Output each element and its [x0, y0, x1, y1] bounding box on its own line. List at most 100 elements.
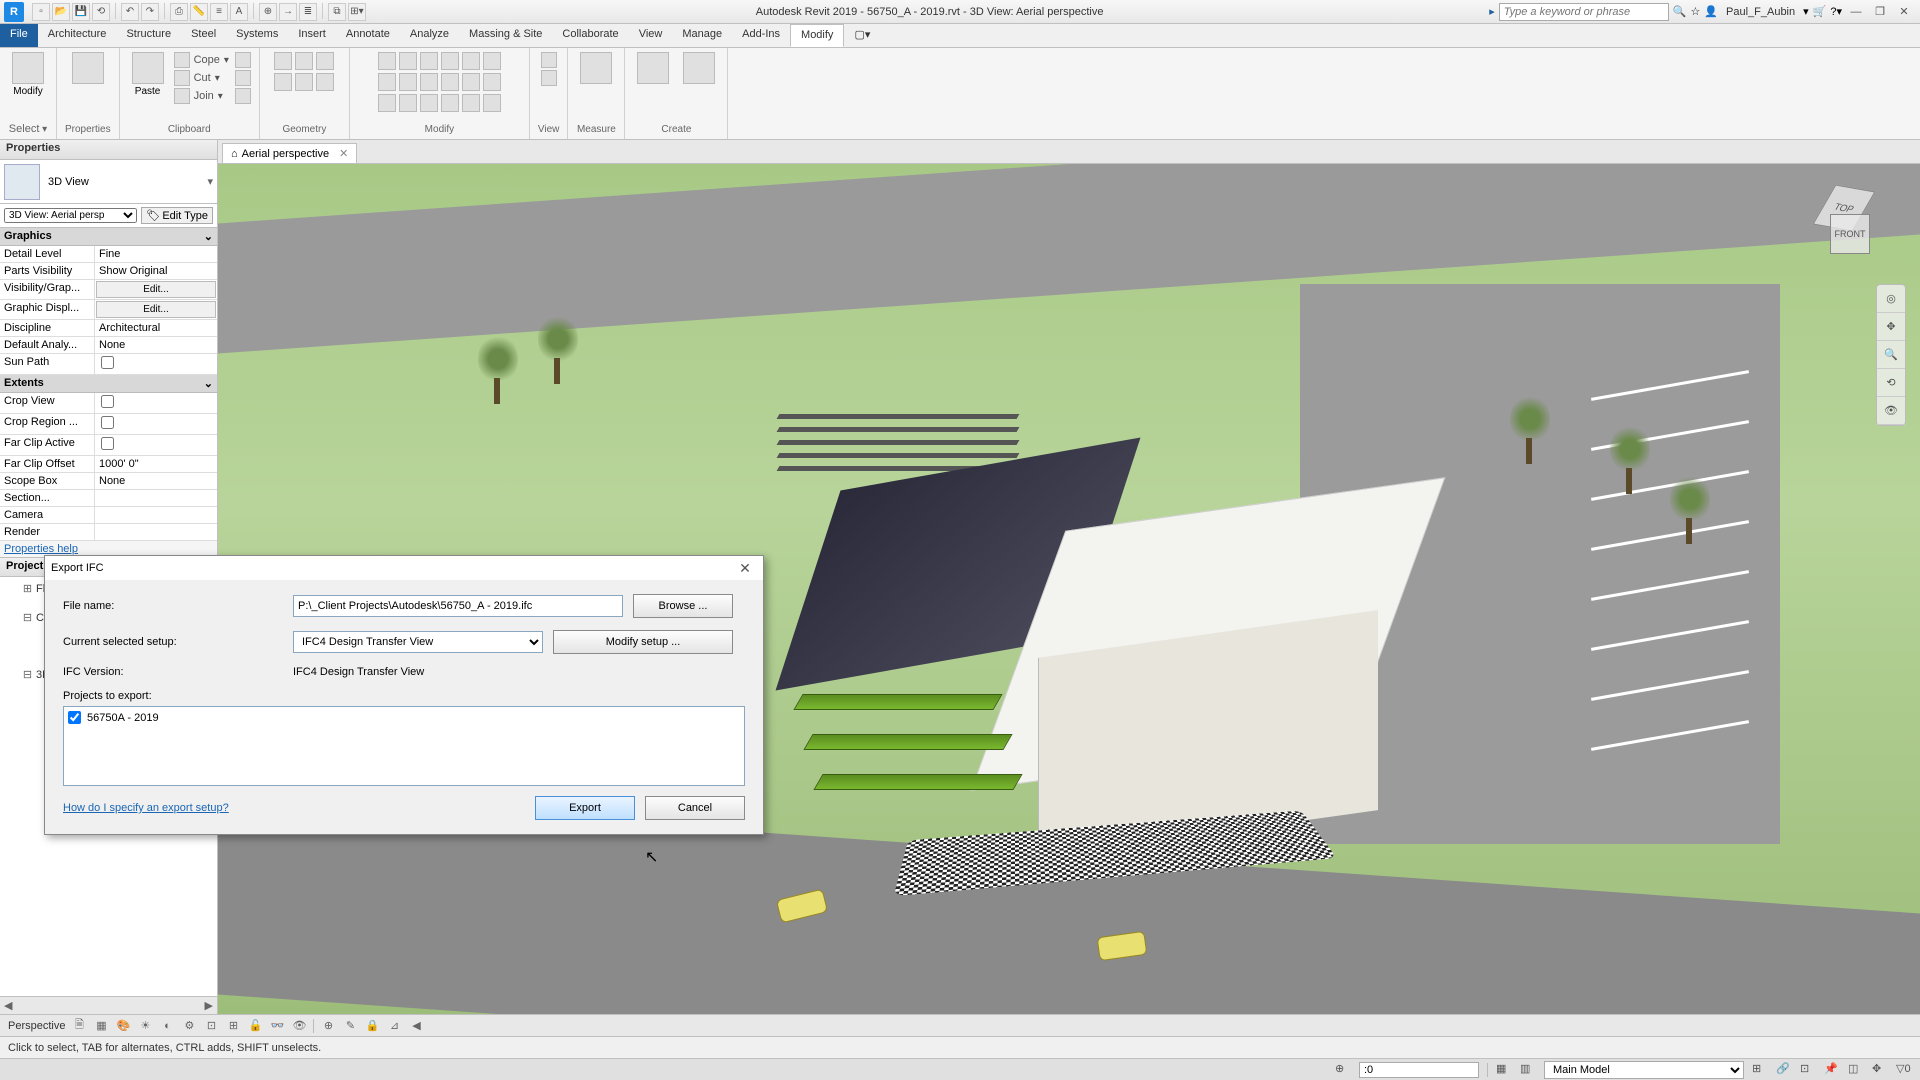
- m6-icon[interactable]: [483, 52, 501, 70]
- prop-checkbox[interactable]: [101, 416, 114, 429]
- search-icon[interactable]: 🔍: [1673, 5, 1687, 18]
- browser-scrollbar[interactable]: ◀▶: [0, 996, 217, 1014]
- analytical-icon[interactable]: ⊿: [386, 1018, 402, 1034]
- temp-icon[interactable]: 👓: [269, 1018, 285, 1034]
- m14-icon[interactable]: [399, 94, 417, 112]
- offset-icon[interactable]: [295, 52, 313, 70]
- m8-icon[interactable]: [399, 73, 417, 91]
- m9-icon[interactable]: [420, 73, 438, 91]
- qat-thin-icon[interactable]: ≣: [299, 3, 317, 21]
- m4-icon[interactable]: [441, 52, 459, 70]
- drag-icon[interactable]: ✥: [1872, 1062, 1888, 1078]
- modify-tool-button[interactable]: Modify: [8, 52, 48, 108]
- m16-icon[interactable]: [441, 94, 459, 112]
- prop-checkbox[interactable]: [101, 437, 114, 450]
- design-options-icon[interactable]: ⊞: [1752, 1062, 1768, 1078]
- prop-value[interactable]: [95, 435, 217, 455]
- info-icon[interactable]: ▸: [1489, 5, 1495, 18]
- prop-row[interactable]: Graphic Displ...Edit...: [0, 300, 217, 320]
- cut-button[interactable]: Cut ▾: [174, 70, 229, 86]
- tree-item[interactable]: Lower Level: [4, 653, 213, 667]
- tree-item[interactable]: ⊟Ceiling Plans: [4, 610, 213, 625]
- qat-new-icon[interactable]: ▫: [32, 3, 50, 21]
- minimize-button[interactable]: —: [1846, 3, 1866, 21]
- instance-select[interactable]: 3D View: Aerial persp: [4, 208, 137, 223]
- prop-row[interactable]: Render: [0, 524, 217, 541]
- prop-value[interactable]: [95, 507, 217, 523]
- tab-file[interactable]: File: [0, 24, 38, 47]
- tree-item[interactable]: Sheet View 2: [4, 696, 213, 710]
- prop-value[interactable]: Fine: [95, 246, 217, 262]
- view-mode-label[interactable]: Perspective: [8, 1020, 65, 1032]
- style-icon[interactable]: 🎨: [115, 1018, 131, 1034]
- qat-undo-icon[interactable]: ↶: [121, 3, 139, 21]
- highlight-icon[interactable]: ◀: [408, 1018, 424, 1034]
- tab-addins[interactable]: Add-Ins: [732, 24, 790, 47]
- m2-icon[interactable]: [399, 52, 417, 70]
- tree-twisty-icon[interactable]: ⊟: [22, 611, 33, 624]
- copy-icon[interactable]: [295, 73, 313, 91]
- m18-icon[interactable]: [483, 94, 501, 112]
- shadow-icon[interactable]: ◐: [159, 1018, 175, 1034]
- select-underlay-icon[interactable]: ⊡: [1800, 1062, 1816, 1078]
- type-selector[interactable]: 3D View ▾: [0, 160, 217, 204]
- tree-item[interactable]: ⊞Floor Plans (Presentation): [4, 581, 213, 596]
- viewcube-front[interactable]: FRONT: [1830, 214, 1870, 254]
- model-icon[interactable]: ▥: [1520, 1062, 1536, 1078]
- prop-value[interactable]: [95, 490, 217, 506]
- m17-icon[interactable]: [462, 94, 480, 112]
- qat-tag-icon[interactable]: →: [279, 3, 297, 21]
- qat-measure-icon[interactable]: 📏: [190, 3, 208, 21]
- workset-icon[interactable]: ⊕: [1335, 1062, 1351, 1078]
- scale-icon[interactable]: 🗎: [71, 1018, 87, 1034]
- prop-value[interactable]: Edit...: [96, 281, 216, 298]
- prop-row[interactable]: Camera: [0, 507, 217, 524]
- tab-analyze[interactable]: Analyze: [400, 24, 459, 47]
- qat-open-icon[interactable]: 📂: [52, 3, 70, 21]
- m10-icon[interactable]: [441, 73, 459, 91]
- rotate-icon[interactable]: [316, 73, 334, 91]
- qat-dim-icon[interactable]: ⊕: [259, 3, 277, 21]
- prop-row[interactable]: Default Analy...None: [0, 337, 217, 354]
- mirror-icon[interactable]: [316, 52, 334, 70]
- view-tab-aerial[interactable]: ⌂ Aerial perspective ✕: [222, 143, 357, 163]
- project-browser-tree[interactable]: ⊞Floor Plans (Presentation) Lower Level ⊟C…: [0, 577, 217, 996]
- align-icon[interactable]: [274, 52, 292, 70]
- select-links-icon[interactable]: 🔗: [1776, 1062, 1792, 1078]
- prop-row[interactable]: Far Clip Active: [0, 435, 217, 456]
- tab-steel[interactable]: Steel: [181, 24, 226, 47]
- prop-value[interactable]: 1000' 0": [95, 456, 217, 472]
- tab-massing[interactable]: Massing & Site: [459, 24, 552, 47]
- tab-annotate[interactable]: Annotate: [336, 24, 400, 47]
- m15-icon[interactable]: [420, 94, 438, 112]
- signin-icon[interactable]: 👤: [1704, 5, 1718, 18]
- prop-row[interactable]: Parts VisibilityShow Original: [0, 263, 217, 280]
- prop-checkbox[interactable]: [101, 395, 114, 408]
- tab-structure[interactable]: Structure: [116, 24, 181, 47]
- m11-icon[interactable]: [462, 73, 480, 91]
- prop-value[interactable]: Show Original: [95, 263, 217, 279]
- select-face-icon[interactable]: ◫: [1848, 1062, 1864, 1078]
- prop-group-header[interactable]: Graphics⌄: [0, 228, 217, 246]
- scale-field[interactable]: [1359, 1062, 1479, 1078]
- nav-orbit-icon[interactable]: ⟲: [1877, 369, 1905, 397]
- user-name[interactable]: Paul_F_Aubin: [1722, 6, 1799, 18]
- detail-icon[interactable]: ▦: [93, 1018, 109, 1034]
- filter-icon[interactable]: ▽0: [1896, 1062, 1912, 1078]
- prop-value[interactable]: [95, 414, 217, 434]
- prop-row[interactable]: DisciplineArchitectural: [0, 320, 217, 337]
- prop-group-header[interactable]: Extents⌄: [0, 375, 217, 393]
- exchange-icon[interactable]: 🛒: [1813, 5, 1827, 18]
- tree-item[interactable]: GROUND FLOOR: [4, 639, 213, 653]
- create-button[interactable]: [633, 52, 673, 108]
- qat-sync-icon[interactable]: ⟲: [92, 3, 110, 21]
- prop-row[interactable]: Section...: [0, 490, 217, 507]
- tab-manage[interactable]: Manage: [672, 24, 732, 47]
- login-icon[interactable]: ☆: [1690, 5, 1700, 18]
- paste-button[interactable]: Paste: [128, 52, 168, 108]
- prop-value[interactable]: None: [95, 337, 217, 353]
- worksets-icon[interactable]: ⊕: [320, 1018, 336, 1034]
- close-tab-icon[interactable]: ✕: [339, 147, 348, 160]
- prop-checkbox[interactable]: [101, 356, 114, 369]
- properties-button[interactable]: [68, 52, 108, 108]
